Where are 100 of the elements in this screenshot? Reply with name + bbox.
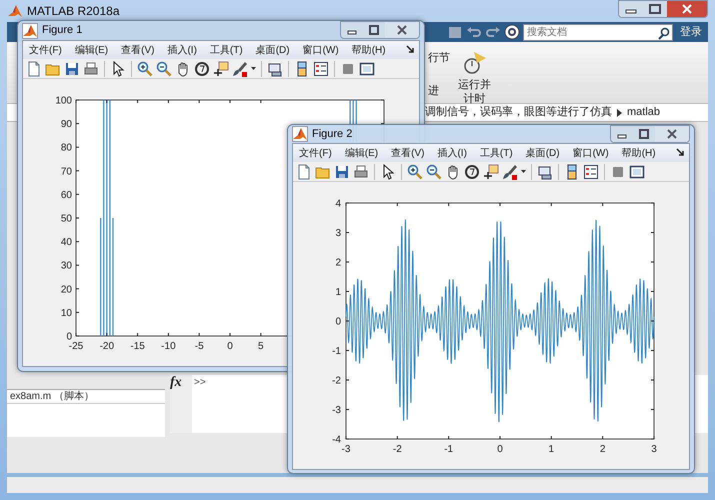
axis-tick-label: 3 (651, 444, 657, 455)
zoom-out-icon[interactable] (156, 60, 172, 76)
menu-item[interactable]: 插入(I) (167, 42, 197, 58)
undo-icon[interactable] (466, 24, 482, 40)
screen-icon[interactable] (267, 60, 283, 76)
close-button[interactable] (655, 126, 689, 142)
axis-tick-label: -3 (332, 405, 341, 416)
folder-name[interactable]: matlab (627, 104, 660, 121)
data-cursor-icon[interactable] (483, 164, 499, 180)
axis-tick-label: 90 (60, 119, 72, 130)
function-browser-icon[interactable]: fx (170, 375, 182, 390)
menu-item[interactable]: 桌面(D) (256, 42, 290, 58)
menu-item[interactable]: 帮助(H) (352, 42, 386, 58)
axis-tick-label: 100 (55, 96, 72, 106)
axis-tick-label: 30 (60, 260, 72, 272)
path-text[interactable]: 调制信号，误码率，眼图等进行了仿真 (425, 104, 612, 121)
matlab-logo-icon (292, 126, 308, 142)
zoom-out-icon[interactable] (426, 164, 442, 180)
axis-tick-label: 0 (66, 332, 72, 342)
axis-tick-label: 60 (60, 190, 72, 201)
menu-item[interactable]: 查看(V) (391, 146, 424, 160)
new-file-icon[interactable] (26, 60, 42, 76)
screen-icon[interactable] (537, 164, 553, 180)
sign-in-link[interactable]: 登录 (676, 24, 706, 40)
minimize-button[interactable] (611, 126, 633, 142)
close-button[interactable] (667, 1, 707, 17)
window-title: MATLAB R2018a (27, 3, 120, 20)
save-icon[interactable] (334, 164, 350, 180)
menu-item[interactable]: 帮助(H) (622, 146, 656, 160)
search-field[interactable]: 搜索文档 (523, 24, 673, 40)
command-prompt: >> (193, 376, 206, 390)
help-icon[interactable] (504, 24, 520, 40)
ribbon-label[interactable]: 进 (428, 82, 450, 99)
menu-item[interactable]: 文件(F) (299, 146, 332, 160)
close-button[interactable] (385, 22, 419, 38)
brush-icon[interactable] (502, 164, 518, 180)
axis-tick-label: -20 (100, 341, 114, 352)
axis-tick-label: -2 (392, 444, 402, 455)
axis-tick-label: -1 (444, 444, 454, 455)
legend-icon[interactable] (583, 164, 599, 180)
zoom-in-icon[interactable] (137, 60, 153, 76)
menu-item[interactable]: 工具(T) (210, 42, 243, 58)
menu-item[interactable]: 插入(I) (437, 146, 467, 160)
axis-tick-label: 0 (497, 444, 503, 455)
matlab-logo-icon (7, 3, 23, 19)
window-icon[interactable] (629, 164, 645, 180)
details-dropdown[interactable]: ex8am.m （脚本） (7, 389, 165, 403)
save-icon[interactable] (64, 60, 80, 76)
maximize-button[interactable] (643, 1, 667, 17)
ribbon-label[interactable]: 行节 (428, 50, 450, 66)
window-title: Figure 1 (42, 23, 82, 38)
axis-tick-label: -4 (332, 434, 341, 446)
window-icon[interactable] (359, 60, 375, 76)
minimize-button[interactable] (619, 1, 643, 17)
menu-item[interactable]: 文件(F) (29, 42, 62, 58)
menu-item[interactable]: 桌面(D) (526, 146, 560, 160)
menu-item[interactable]: 编辑(E) (344, 146, 378, 160)
printer-icon[interactable] (353, 164, 369, 180)
minimize-button[interactable] (341, 22, 363, 38)
caret-icon[interactable] (251, 67, 256, 70)
dock-icon[interactable] (676, 148, 685, 158)
axis-tick-label: 10 (60, 308, 72, 319)
menu-item[interactable]: 工具(T) (480, 146, 513, 160)
window-title: Figure 2 (312, 126, 352, 142)
data-cursor-icon[interactable] (213, 60, 229, 76)
stopwatch-icon (462, 50, 488, 74)
axis-tick-label: 2 (335, 258, 341, 268)
axis-tick-label: 50 (60, 214, 72, 224)
axis-tick-label: -2 (332, 376, 341, 386)
zoom-in-icon[interactable] (407, 164, 423, 180)
menu-item[interactable]: 窗口(W) (572, 146, 609, 160)
menu-item[interactable]: 窗口(W) (302, 42, 339, 58)
axis-tick-label: 70 (60, 166, 72, 178)
axis-tick-label: -15 (130, 341, 145, 352)
axis-tick-label: 4 (335, 198, 341, 210)
rotate-icon[interactable] (464, 164, 480, 180)
rotate-icon[interactable] (194, 60, 210, 76)
axis-tick-label: -5 (194, 341, 204, 352)
printer-icon[interactable] (83, 60, 99, 76)
dock-icon[interactable] (406, 45, 415, 54)
caret-icon[interactable] (521, 170, 526, 173)
matlab-logo-icon (22, 22, 38, 38)
axis-tick-label: 0 (227, 341, 233, 352)
path-arrow-icon (616, 108, 623, 118)
maximize-button[interactable] (363, 22, 385, 38)
axis-tick-label: 1 (335, 287, 341, 298)
axis-tick-label: -3 (342, 444, 350, 455)
brush-icon[interactable] (232, 60, 248, 76)
run-and-time-button[interactable]: 运行并计时 (458, 78, 491, 107)
axis-tick-label: 40 (60, 237, 72, 248)
new-file-icon[interactable] (296, 164, 312, 180)
axis-tick-label: 0 (335, 316, 341, 328)
axis-tick-label: -25 (68, 341, 84, 352)
axis-tick-label: 5 (258, 341, 264, 352)
axis-tick-label: -1 (332, 346, 341, 357)
menu-item[interactable]: 查看(V) (121, 42, 154, 58)
search-icon[interactable] (658, 27, 670, 40)
maximize-button[interactable] (633, 126, 655, 142)
menu-item[interactable]: 编辑(E) (74, 42, 108, 58)
legend-icon[interactable] (313, 60, 329, 76)
